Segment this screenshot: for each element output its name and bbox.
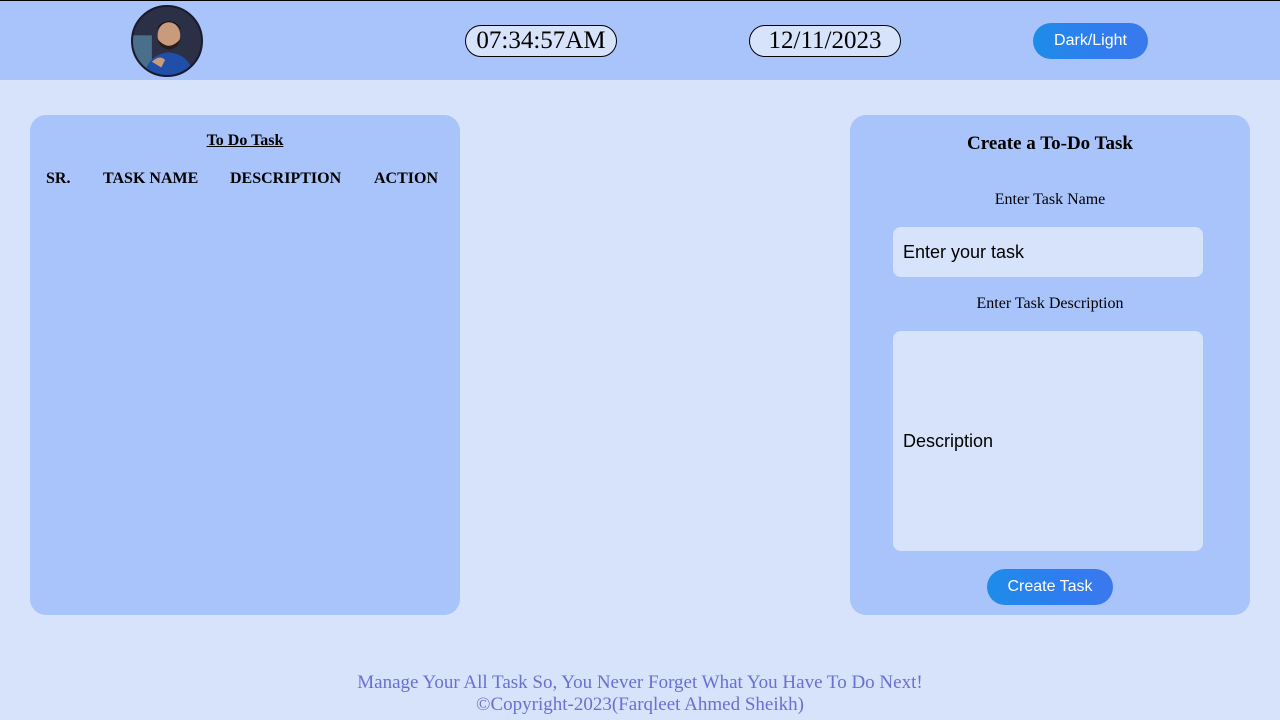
column-header-sr: SR. bbox=[46, 170, 71, 187]
profile-photo-icon bbox=[133, 7, 201, 75]
column-header-description: DESCRIPTION bbox=[230, 170, 342, 187]
footer-tagline: Manage Your All Task So, You Never Forge… bbox=[357, 672, 923, 693]
top-bar: 07:34:57AM 12/11/2023 Dark/Light bbox=[0, 0, 1280, 80]
task-name-label: Enter Task Name bbox=[994, 191, 1106, 208]
task-description-label: Enter Task Description bbox=[976, 295, 1124, 312]
task-description-input[interactable]: Description bbox=[893, 331, 1203, 551]
create-task-title: Create a To-Do Task bbox=[967, 133, 1133, 154]
todo-list-title: To Do Task bbox=[206, 132, 284, 149]
footer-copyright: ©Copyright-2023(Farqleet Ahmed Sheikh) bbox=[476, 694, 804, 715]
clock-display: 07:34:57AM bbox=[465, 25, 617, 57]
todo-list-panel: To Do Task SR. TASK NAME DESCRIPTION ACT… bbox=[30, 115, 460, 615]
profile-avatar[interactable] bbox=[131, 5, 203, 77]
task-name-input[interactable]: Enter your task bbox=[893, 227, 1203, 277]
create-task-panel: Create a To-Do Task Enter Task Name Ente… bbox=[850, 115, 1250, 615]
date-display: 12/11/2023 bbox=[749, 25, 901, 57]
theme-toggle-button[interactable]: Dark/Light bbox=[1033, 23, 1148, 59]
column-header-task-name: TASK NAME bbox=[103, 170, 199, 187]
column-header-action: ACTION bbox=[374, 170, 439, 187]
create-task-button[interactable]: Create Task bbox=[987, 569, 1113, 605]
